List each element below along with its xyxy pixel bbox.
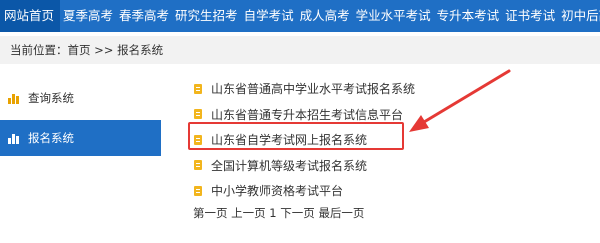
- nav-upgrade-exam[interactable]: 专升本考试: [434, 0, 503, 32]
- sidebar-item-label: 查询系统: [28, 91, 74, 105]
- breadcrumb-text: 当前位置：首页 >> 报名系统: [10, 43, 164, 57]
- document-icon: [194, 109, 202, 120]
- nav-self-study-exam[interactable]: 自学考试: [241, 0, 297, 32]
- sidebar-item-query[interactable]: 查询系统: [0, 80, 161, 116]
- list-item-link[interactable]: 山东省普通专升本招生考试信息平台: [211, 106, 403, 123]
- nav-summer-exam[interactable]: 夏季高考: [60, 0, 116, 32]
- nav-vocational-enrollment[interactable]: 初中后高职招生: [558, 0, 600, 32]
- sidebar-item-label: 报名系统: [28, 131, 74, 145]
- list-item-link[interactable]: 全国计算机等级考试报名系统: [211, 157, 367, 174]
- nav-home[interactable]: 网站首页: [0, 0, 61, 32]
- highlight-box: [188, 122, 404, 150]
- list-item-link[interactable]: 中小学教师资格考试平台: [211, 182, 343, 199]
- nav-proficiency-exam[interactable]: 学业水平考试: [353, 0, 434, 32]
- list-item[interactable]: 全国计算机等级考试报名系统: [193, 153, 593, 179]
- arrow-icon: [409, 69, 511, 132]
- nav-spring-exam[interactable]: 春季高考: [116, 0, 172, 32]
- breadcrumb: 当前位置：首页 >> 报名系统: [0, 36, 600, 64]
- nav-graduate-exam[interactable]: 研究生招考: [172, 0, 241, 32]
- document-icon: [194, 83, 202, 94]
- document-icon: [194, 185, 202, 196]
- pagination[interactable]: 第一页 上一页 1 下一页 最后一页: [193, 205, 364, 221]
- nav-certificate-exam[interactable]: 证书考试: [502, 0, 558, 32]
- document-icon: [194, 160, 202, 171]
- list-item-link[interactable]: 山东省普通高中学业水平考试报名系统: [211, 80, 415, 97]
- top-navigation: 网站首页 夏季高考 春季高考 研究生招考 自学考试 成人高考 学业水平考试 专升…: [0, 0, 600, 32]
- sidebar: 查询系统 报名系统: [0, 80, 161, 156]
- bar-chart-icon: [8, 132, 20, 144]
- nav-adult-exam[interactable]: 成人高考: [297, 0, 353, 32]
- sidebar-item-registration[interactable]: 报名系统: [0, 120, 161, 156]
- list-item[interactable]: 中小学教师资格考试平台: [193, 178, 593, 204]
- bar-chart-icon: [8, 92, 20, 104]
- list-item[interactable]: 山东省普通高中学业水平考试报名系统: [193, 76, 593, 102]
